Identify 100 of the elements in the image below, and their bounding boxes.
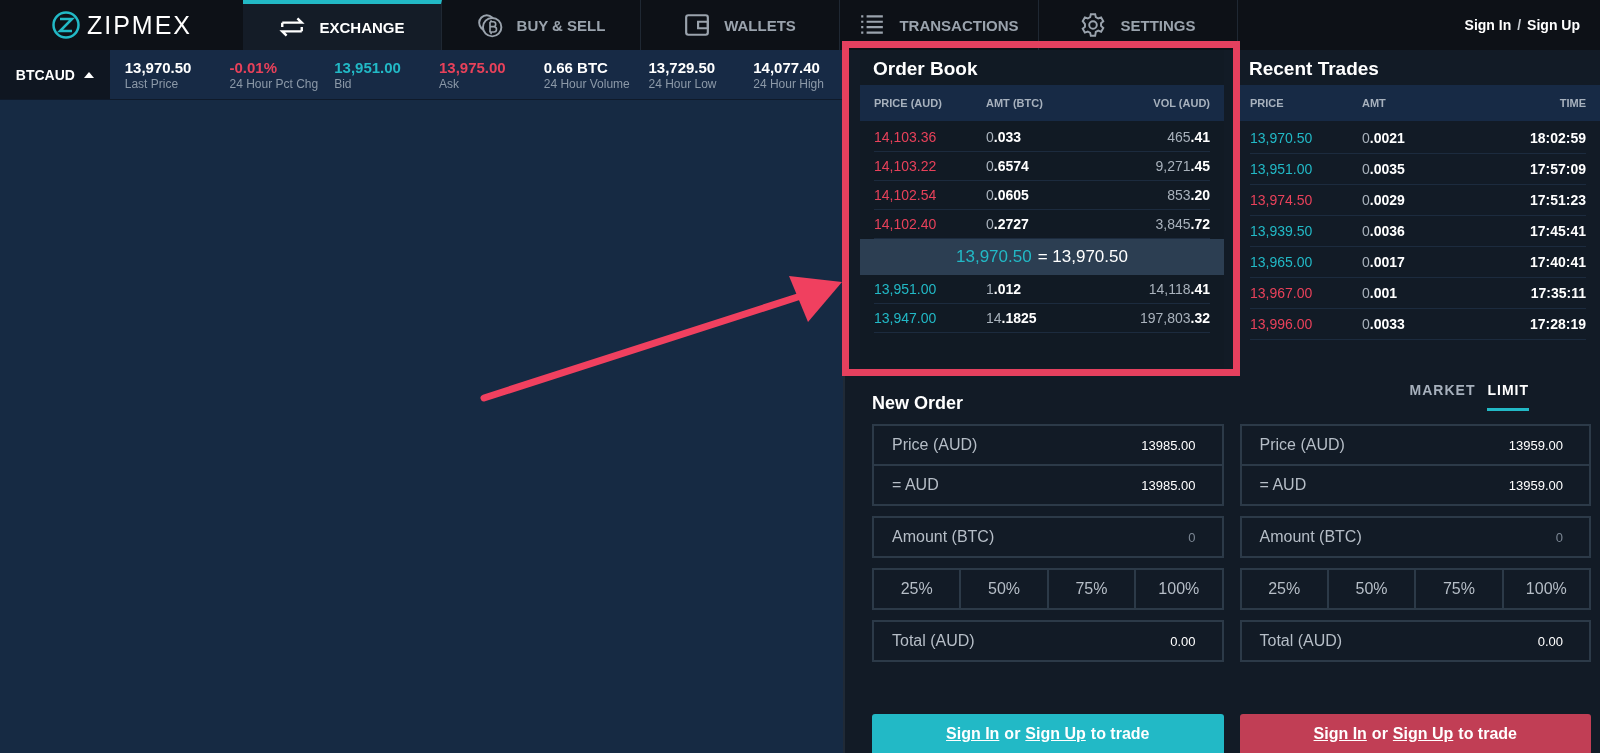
- coin-icon: [476, 12, 503, 38]
- stat-value: 13,729.50: [648, 58, 717, 77]
- column-header: PRICE (AUD): [874, 97, 943, 109]
- price-cell-text: 13,947.00: [874, 310, 938, 326]
- percent-button[interactable]: 25%: [874, 570, 962, 608]
- percent-button[interactable]: 75%: [1048, 570, 1137, 608]
- field-label: Price (AUD): [1259, 436, 1345, 454]
- time-cell-text: 17:28:19: [1528, 316, 1586, 332]
- section-title: New Order: [872, 393, 964, 415]
- volume-cell-text: 9,271.45: [1154, 158, 1210, 174]
- separator-text: /: [1517, 17, 1522, 33]
- panel-title: Recent Trades: [1248, 57, 1380, 81]
- order-type-tab[interactable]: MARKET: [1409, 380, 1476, 411]
- panel-title: Order Book: [872, 57, 979, 81]
- settings-icon: [1080, 12, 1107, 38]
- order-type-tab[interactable]: LIMIT: [1487, 380, 1529, 411]
- percent-button[interactable]: 75%: [1416, 570, 1504, 608]
- price-cell-text: 13,951.00: [874, 281, 938, 297]
- input-field[interactable]: 0.00: [974, 633, 1210, 649]
- sign-up-link[interactable]: Sign Up: [1392, 724, 1454, 743]
- stat-value: 0.66 BTC: [543, 58, 609, 77]
- input-field[interactable]: 0.00: [1342, 633, 1577, 649]
- input-field[interactable]: 13985.00: [938, 477, 1210, 493]
- input-field[interactable]: 0: [994, 529, 1210, 545]
- last-price: 13,970.50: [956, 247, 1032, 267]
- sign-in-link[interactable]: Sign In: [1464, 17, 1512, 33]
- connector-text: or: [1371, 724, 1388, 743]
- column-header: TIME: [1558, 97, 1586, 109]
- amount-cell-text: 0.2727: [986, 216, 1030, 232]
- trade-text: to trade: [1090, 724, 1150, 743]
- stat-value: 13,975.00: [438, 58, 507, 77]
- input-field[interactable]: 13959.00: [1344, 437, 1577, 453]
- pair-selector[interactable]: BTCAUD: [0, 50, 110, 99]
- form-field[interactable]: Price (AUD) 13959.00: [1239, 424, 1591, 466]
- volume-cell-text: 197,803.32: [1138, 310, 1210, 326]
- sign-up-link[interactable]: Sign Up: [1527, 17, 1580, 33]
- volume-cell-text: 465.41: [1166, 129, 1210, 145]
- input-field[interactable]: 13959.00: [1306, 477, 1577, 493]
- percent-button[interactable]: 100%: [1136, 570, 1222, 608]
- percent-button[interactable]: 25%: [1241, 570, 1329, 608]
- time-cell-text: 17:57:09: [1528, 161, 1586, 177]
- percent-button[interactable]: 100%: [1503, 570, 1589, 608]
- amount-cell-text: 0.001: [1362, 285, 1399, 301]
- stat-value: -0.01%: [229, 58, 278, 77]
- logo-icon: [50, 10, 81, 40]
- amount-cell-text: 0.033: [986, 129, 1023, 145]
- column-header: VOL (AUD): [1152, 97, 1210, 109]
- price-cell-text: 14,103.22: [874, 158, 938, 174]
- column-header: AMT (BTC): [986, 97, 1044, 109]
- field-label: = AUD: [892, 476, 939, 494]
- trade-text: to trade: [1458, 724, 1517, 743]
- caret-icon: [83, 71, 94, 78]
- input-field[interactable]: 13985.00: [977, 437, 1210, 453]
- column-header: AMT: [1362, 97, 1387, 109]
- form-field[interactable]: Amount (BTC) 0: [872, 516, 1224, 558]
- volume-cell-text: 3,845.72: [1154, 216, 1210, 232]
- price-cell-text: 13,967.00: [1250, 285, 1314, 301]
- volume-cell-text: 14,118.41: [1147, 281, 1210, 297]
- percent-button[interactable]: 50%: [961, 570, 1049, 608]
- price-cell-text: 14,102.54: [874, 187, 938, 203]
- logo-wordmark: ZIPMEX: [86, 10, 193, 40]
- field-label: Amount (BTC): [892, 528, 995, 546]
- time-cell-text: 18:02:59: [1528, 130, 1586, 146]
- time-cell-text: 17:45:41: [1528, 223, 1586, 239]
- form-field[interactable]: Price (AUD) 13985.00: [872, 424, 1224, 466]
- amount-cell-text: 0.0033: [1362, 316, 1406, 332]
- price-cell-text: 13,970.50: [1250, 130, 1314, 146]
- mid-price: = 13,970.50: [1037, 247, 1128, 267]
- form-field[interactable]: Total (AUD) 0.00: [1239, 620, 1591, 662]
- amount-cell-text: 0.0036: [1362, 223, 1406, 239]
- nav-tab[interactable]: EXCHANGE: [243, 0, 442, 50]
- input-field[interactable]: 0: [1361, 529, 1577, 545]
- stat-label: Last Price: [124, 76, 180, 91]
- stat-value: 13,951.00: [334, 58, 402, 77]
- price-cell-text: 14,103.36: [874, 129, 938, 145]
- form-field[interactable]: = AUD 13985.00: [872, 466, 1224, 506]
- price-cell-text: 14,102.40: [874, 216, 938, 232]
- stat-label: Ask: [438, 76, 460, 91]
- form-field[interactable]: Amount (BTC) 0: [1239, 516, 1591, 558]
- stat-value: 13,970.50: [124, 58, 193, 77]
- wallet-icon: [684, 12, 711, 38]
- amount-cell-text: 0.0017: [1362, 254, 1406, 270]
- stat-label: Bid: [334, 76, 353, 91]
- price-cell-text: 13,951.00: [1250, 161, 1314, 177]
- percent-button[interactable]: 50%: [1328, 570, 1417, 608]
- sign-in-link[interactable]: Sign In: [1313, 724, 1367, 743]
- time-cell-text: 17:40:41: [1528, 254, 1586, 270]
- price-cell-text: 13,996.00: [1250, 316, 1314, 332]
- field-label: Price (AUD): [892, 436, 978, 454]
- amount-cell-text: 1.012: [986, 281, 1023, 297]
- price-cell-text: 13,974.50: [1250, 192, 1314, 208]
- column-header: PRICE: [1250, 97, 1285, 109]
- stat-label: 24 Hour Volume: [543, 76, 631, 91]
- amount-cell-text: 0.0035: [1362, 161, 1406, 177]
- stat-label: 24 Hour Pct Chg: [229, 76, 320, 91]
- stat-label: 24 Hour Low: [648, 76, 718, 91]
- connector-text: or: [1004, 724, 1021, 743]
- form-field[interactable]: = AUD 13959.00: [1239, 466, 1591, 506]
- form-field[interactable]: Total (AUD) 0.00: [872, 620, 1224, 662]
- price-cell-text: 13,939.50: [1250, 223, 1314, 239]
